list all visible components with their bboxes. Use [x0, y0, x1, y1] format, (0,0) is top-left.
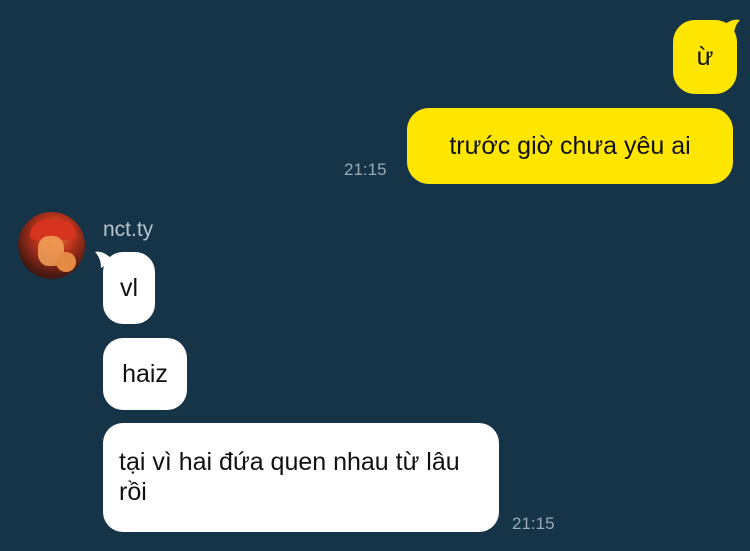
sender-avatar[interactable] [18, 212, 85, 279]
chat-thread: ừ trước giờ chưa yêu ai 21:15 nct.ty vl … [0, 0, 750, 551]
message-text: haiz [122, 360, 168, 388]
message-text: trước giờ chưa yêu ai [449, 132, 691, 160]
message-timestamp: 21:15 [512, 514, 555, 533]
avatar-hand-shape [56, 252, 76, 272]
sender-name: nct.ty [103, 218, 154, 241]
incoming-message-bubble[interactable]: haiz [103, 338, 187, 410]
message-timestamp: 21:15 [344, 160, 387, 179]
incoming-message-bubble[interactable]: tại vì hai đứa quen nhau từ lâu rồi [103, 423, 499, 532]
outgoing-bubble-tail [722, 19, 740, 36]
incoming-message-bubble[interactable]: vl [103, 252, 155, 324]
outgoing-message-bubble[interactable]: trước giờ chưa yêu ai [407, 108, 733, 184]
message-text: ừ [696, 43, 714, 71]
message-text: tại vì hai đứa quen nhau từ lâu rồi [119, 448, 460, 506]
message-text: vl [119, 274, 139, 302]
